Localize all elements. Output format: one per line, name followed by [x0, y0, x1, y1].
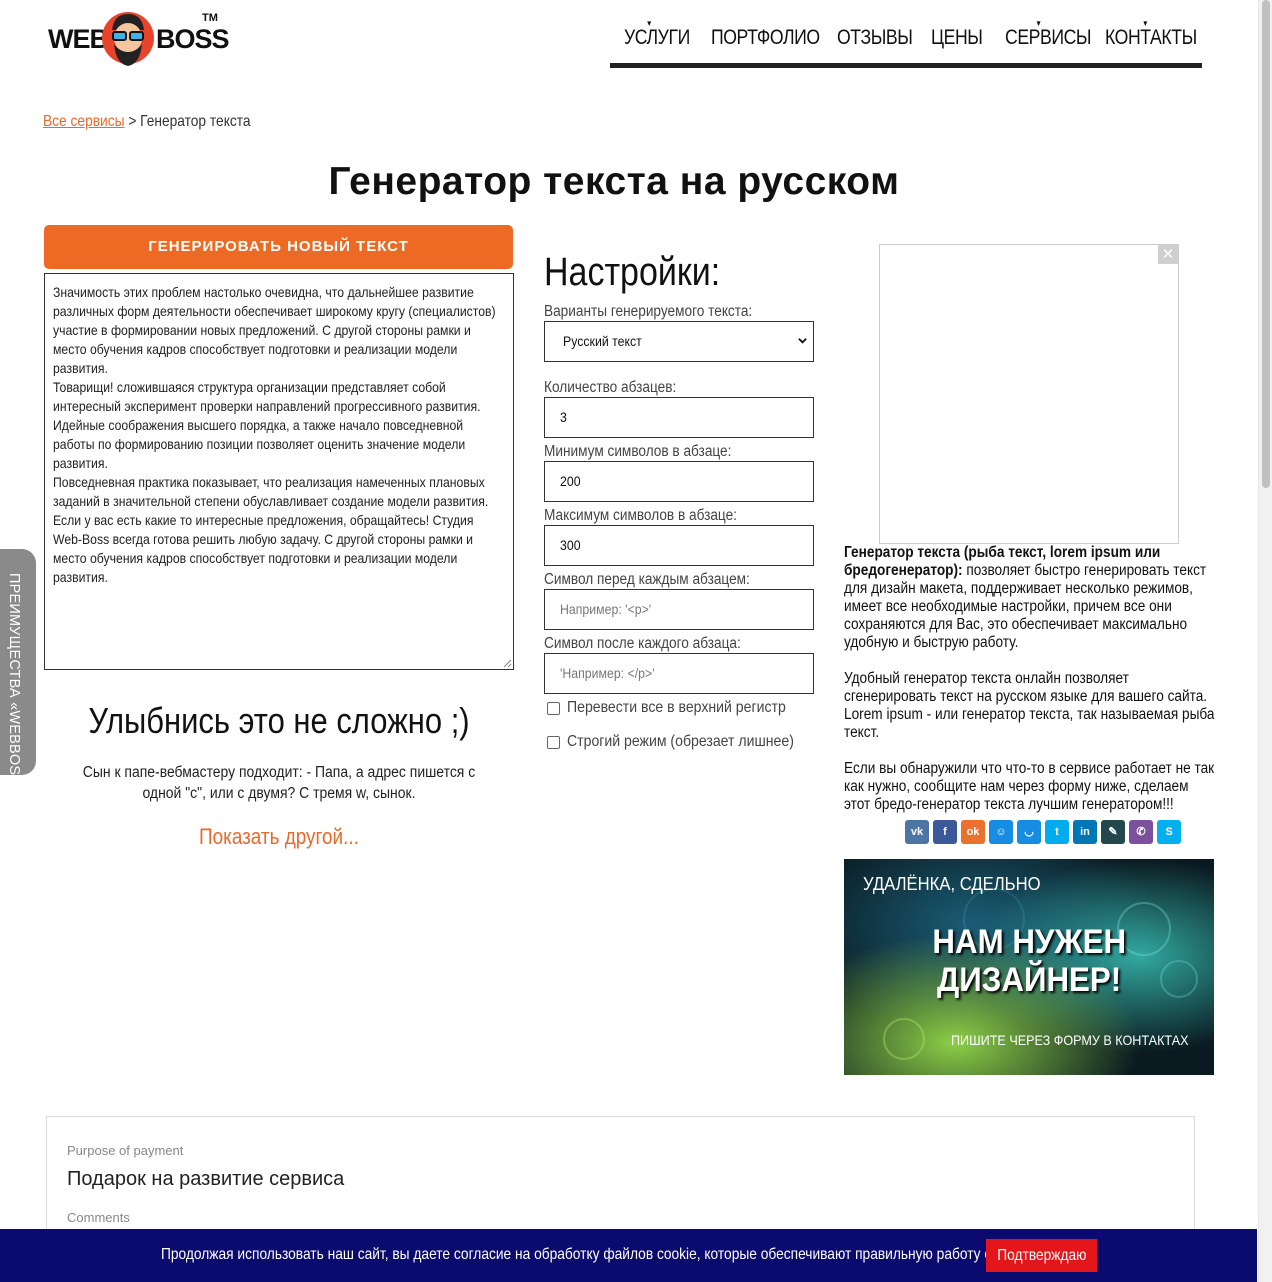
purpose-value: Подарок на развитие сервиса — [67, 1168, 345, 1190]
variant-label: Варианты генерируемого текста: — [544, 303, 753, 320]
banner-headline-line1: НАМ НУЖЕН — [932, 923, 1126, 961]
page-scrollbar[interactable] — [1258, 0, 1272, 1282]
joke-text-content: Сын к папе-вебмастеру подходит: - Папа, … — [82, 764, 476, 802]
vk-share-icon[interactable]: vk — [905, 820, 929, 844]
generated-paragraph: Товарищи! сложившаяся структура организа… — [53, 380, 481, 471]
suffix-input[interactable]: 'Например: </p>' — [544, 653, 814, 694]
close-icon[interactable]: ✕ — [1158, 245, 1178, 264]
main-nav: ▼ УСЛУГИ ПОРТФОЛИО ОТЗЫВЫ ЦЕНЫ ▼ СЕРВИСЫ… — [610, 19, 1202, 68]
banner-top-text: УДАЛЁНКА, СДЕЛЬНО — [863, 873, 1041, 894]
logo[interactable]: WEB BOSS TM — [48, 8, 230, 70]
joke-title: Улыбнись это не сложно ;) — [88, 700, 470, 741]
max-chars-label: Максимум символов в абзаце: — [544, 507, 737, 524]
cookie-accept-label: Подтверждаю — [996, 1247, 1087, 1264]
logo-word-web: WEB — [48, 24, 109, 54]
twitter-share-icon[interactable]: t — [1045, 820, 1069, 844]
nav-item-label: КОНТАКТЫ — [1105, 26, 1197, 49]
max-chars-input[interactable]: 300 — [544, 525, 814, 566]
nav-item-label: СЕРВИСЫ — [1005, 26, 1092, 49]
generated-text-area[interactable]: Значимость этих проблем настолько очевид… — [44, 273, 514, 670]
cookie-consent-bar: Продолжая использовать наш сайт, вы дает… — [0, 1229, 1257, 1282]
nav-item-portfolio[interactable]: ПОРТФОЛИО — [711, 26, 820, 50]
variant-select-value: Русский текст — [563, 333, 642, 349]
prefix-placeholder: Например: '<p>' — [560, 601, 652, 617]
mail-share-icon[interactable]: ◡ — [1017, 820, 1041, 844]
strict-mode-label: Строгий режим (обрезает лишнее) — [567, 733, 794, 750]
side-tab-label: ПРЕИМУЩЕСТВА «WEBBOSS» — [6, 573, 22, 794]
chevron-down-icon — [798, 338, 807, 344]
strict-mode-checkbox[interactable] — [547, 736, 560, 749]
moimir-share-icon[interactable]: ☺ — [989, 820, 1013, 844]
evernote-share-icon[interactable]: ✎ — [1101, 820, 1125, 844]
min-chars-value: 200 — [560, 473, 581, 489]
joke-text: Сын к папе-вебмастеру подходит: - Папа, … — [44, 762, 514, 804]
page-title: Генератор текста на русском — [328, 160, 900, 203]
cookie-consent-text: Продолжая использовать наш сайт, вы дает… — [161, 1246, 1025, 1263]
description-paragraph: Если вы обнаружили что что-то в сервисе … — [844, 760, 1215, 813]
description-paragraph: Генератор текста (рыба текст, lorem ipsu… — [844, 544, 1217, 652]
suffix-label: Символ после каждого абзаца: — [544, 635, 741, 652]
generated-paragraph: Значимость этих проблем настолько очевид… — [53, 285, 496, 376]
chevron-down-icon: ▼ — [1035, 19, 1042, 28]
min-chars-label: Минимум символов в абзаце: — [544, 443, 732, 460]
settings-title: Настройки: — [544, 250, 721, 294]
breadcrumb-current: Генератор текста — [140, 113, 251, 130]
chevron-down-icon: ▼ — [645, 19, 653, 28]
designer-wanted-banner[interactable]: УДАЛЁНКА, СДЕЛЬНО НАМ НУЖЕН ДИЗАЙНЕР! ПИ… — [844, 859, 1214, 1075]
max-chars-value: 300 — [560, 537, 581, 553]
banner-headline: НАМ НУЖЕН ДИЗАЙНЕР! — [844, 923, 1214, 999]
show-another-joke-label: Показать другой... — [199, 824, 359, 849]
scrollbar-thumb[interactable] — [1262, 0, 1270, 488]
uppercase-label: Перевести все в верхний регистр — [567, 699, 786, 716]
variant-select[interactable]: Русский текст — [544, 321, 814, 362]
generated-paragraph: Повседневная практика показывает, что ре… — [53, 475, 489, 585]
linkedin-share-icon[interactable]: in — [1073, 820, 1097, 844]
suffix-placeholder: 'Например: </p>' — [560, 665, 655, 681]
nav-item-label: ПОРТФОЛИО — [711, 26, 820, 49]
paragraphs-count-input[interactable]: 3 — [544, 397, 814, 438]
banner-bottom-text: ПИШИТЕ ЧЕРЕЗ ФОРМУ В КОНТАКТАХ — [951, 1032, 1189, 1048]
prefix-input[interactable]: Например: '<p>' — [544, 589, 814, 630]
viber-share-icon[interactable]: ✆ — [1129, 820, 1153, 844]
nav-item-contacts[interactable]: ▼ КОНТАКТЫ — [1105, 19, 1197, 50]
facebook-share-icon[interactable]: f — [933, 820, 957, 844]
nav-item-services[interactable]: ▼ УСЛУГИ — [624, 19, 690, 50]
resize-grip-icon[interactable] — [502, 658, 512, 668]
min-chars-input[interactable]: 200 — [544, 461, 814, 502]
banner-headline-line2: ДИЗАЙНЕР! — [936, 961, 1122, 999]
paragraphs-count-value: 3 — [560, 409, 567, 425]
logo-trademark: TM — [202, 12, 218, 24]
logo-mascot-icon — [102, 12, 154, 66]
nav-item-label: УСЛУГИ — [624, 26, 690, 49]
service-description: Генератор текста (рыба текст, lorem ipsu… — [844, 544, 1216, 832]
nav-item-reviews[interactable]: ОТЗЫВЫ — [837, 26, 913, 50]
show-another-joke-link[interactable]: Показать другой... — [44, 824, 514, 850]
logo-word-boss: BOSS — [156, 24, 230, 54]
purpose-label: Purpose of payment — [67, 1143, 184, 1158]
generate-text-button[interactable]: ГЕНЕРИРОВАТЬ НОВЫЙ ТЕКСТ — [44, 225, 513, 269]
prefix-label: Символ перед каждым абзацем: — [544, 571, 750, 588]
ad-placeholder: ✕ — [879, 244, 1179, 544]
cookie-accept-button[interactable]: Подтверждаю — [986, 1239, 1097, 1272]
nav-item-prices[interactable]: ЦЕНЫ — [931, 26, 983, 50]
nav-item-label: ЦЕНЫ — [931, 26, 983, 49]
odnoklassniki-share-icon[interactable]: ok — [961, 820, 985, 844]
advantages-side-tab[interactable]: ПРЕИМУЩЕСТВА «WEBBOSS» — [0, 549, 36, 793]
description-paragraph: Удобный генератор текста онлайн позволяе… — [844, 670, 1215, 741]
breadcrumb: Все сервисы > Генератор текста — [43, 113, 251, 131]
breadcrumb-separator: > — [128, 113, 137, 130]
chevron-down-icon: ▼ — [1141, 19, 1149, 28]
breadcrumb-link-all-services[interactable]: Все сервисы — [43, 113, 124, 130]
paragraphs-count-label: Количество абзацев: — [544, 379, 677, 396]
nav-item-tools[interactable]: ▼ СЕРВИСЫ — [1005, 19, 1092, 50]
comments-label: Comments — [67, 1210, 130, 1225]
nav-item-label: ОТЗЫВЫ — [837, 26, 913, 49]
uppercase-checkbox[interactable] — [547, 702, 560, 715]
skype-share-icon[interactable]: S — [1157, 820, 1181, 844]
